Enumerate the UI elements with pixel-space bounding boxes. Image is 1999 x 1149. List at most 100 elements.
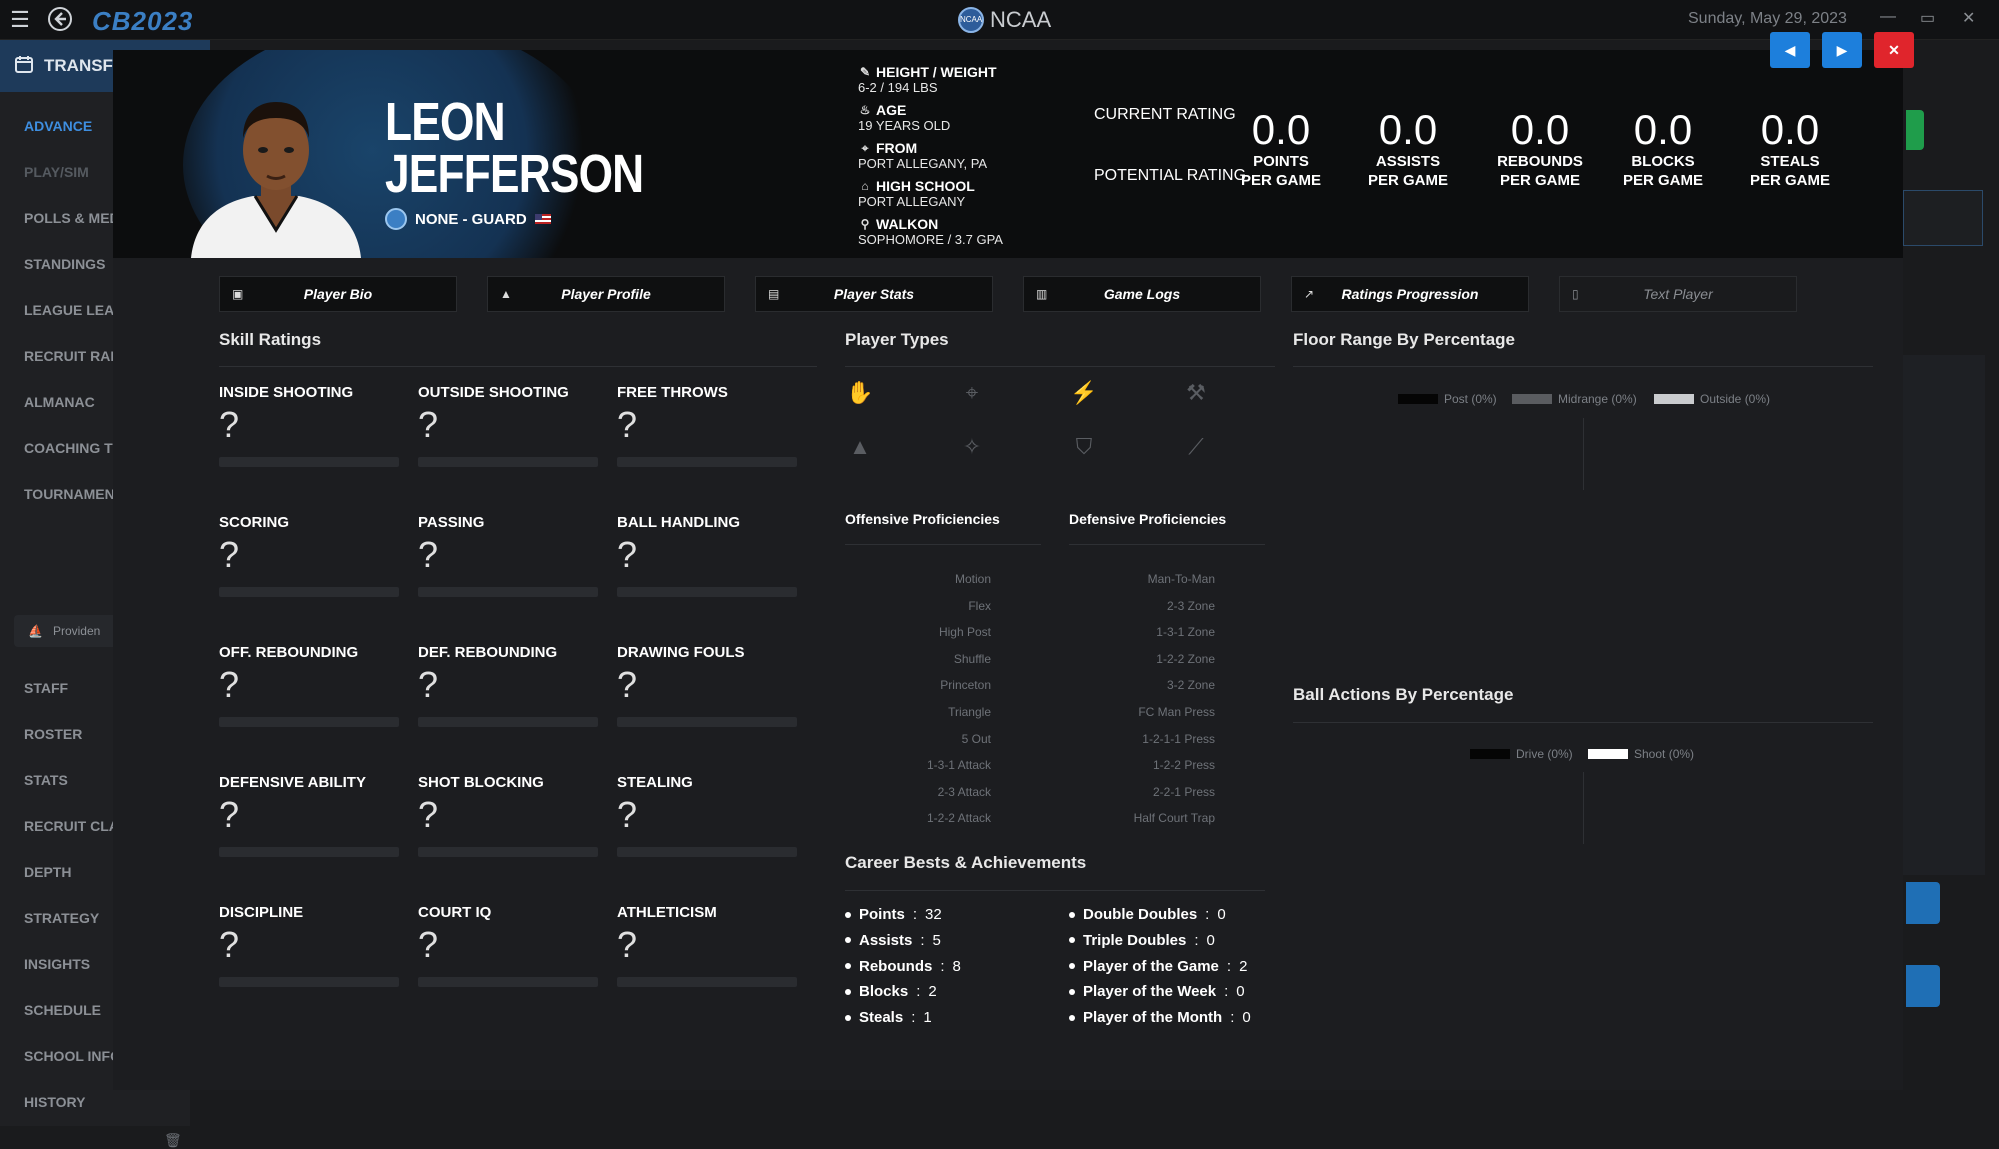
sidebar-team-label: Providen: [52, 624, 101, 638]
back-arrow-icon[interactable]: [46, 6, 74, 34]
maximize-icon[interactable]: ▭: [1920, 8, 1935, 28]
game-logo: CB2023: [92, 6, 194, 36]
stat-rebounds-per-game: 0.0 REBOUNDS PER GAME: [1485, 108, 1595, 190]
skill-name: PASSING: [418, 514, 485, 531]
defensive-proficiency-item: Man-To-Man: [1147, 572, 1215, 586]
ball-actions-title: Ball Actions By Percentage: [1293, 685, 1514, 704]
player-info-value: 6-2 / 194 LBS: [858, 80, 938, 95]
player-info-2: ⌖ FROM PORT ALLEGANY, PA: [858, 140, 987, 171]
defensive-proficiency-item: Half Court Trap: [1133, 811, 1215, 826]
previous-player-button[interactable]: ◀: [1770, 32, 1810, 68]
skill-name: STEALING: [617, 774, 693, 791]
stat-value: 0.0: [1760, 106, 1820, 153]
tab-text-player[interactable]: ▯ Text Player: [1559, 276, 1797, 312]
skill-bar: [617, 587, 797, 597]
sidebar-item-depth[interactable]: DEPTH: [24, 864, 71, 880]
player-info-4: ⚲ WALKON SOPHOMORE / 3.7 GPA: [858, 216, 1003, 247]
clipboard-icon: ▥: [1036, 287, 1048, 301]
sidebar-item-tournamen[interactable]: TOURNAMEN: [24, 486, 115, 502]
career-item-value: 32: [925, 906, 942, 923]
tab-player-bio[interactable]: ▣ Player Bio: [219, 276, 457, 312]
skill-value: ?: [418, 924, 439, 965]
sidebar-item-standings[interactable]: STANDINGS: [24, 256, 105, 272]
sidebar-item-insights[interactable]: INSIGHTS: [24, 956, 90, 972]
tab-ratings-progression[interactable]: ↗ Ratings Progression: [1291, 276, 1529, 312]
sidebar-item-almanac[interactable]: ALMANAC: [24, 394, 95, 410]
skill-name: BALL HANDLING: [617, 514, 741, 531]
tab-game-logs[interactable]: ▥ Game Logs: [1023, 276, 1261, 312]
tab-player-profile[interactable]: ▲ Player Profile: [487, 276, 725, 312]
sidebar-item-roster[interactable]: ROSTER: [24, 726, 82, 742]
skill-outside-shooting: OUTSIDE SHOOTING?: [418, 384, 598, 467]
shield-icon: ⛉: [1075, 434, 1093, 459]
background-blue-button[interactable]: [1906, 965, 1940, 1007]
tab-label: Text Player: [1643, 286, 1713, 302]
trash-icon[interactable]: 🗑: [164, 1132, 182, 1149]
skill-bar: [617, 457, 797, 467]
floor-range-legend-label: Outside (0%): [1700, 392, 1771, 406]
player-info-value: PORT ALLEGANY: [858, 194, 966, 209]
defensive-proficiencies-title: Defensive Proficiencies: [1069, 511, 1227, 527]
close-modal-button[interactable]: ✕: [1874, 32, 1914, 68]
skill-name: DISCIPLINE: [219, 904, 304, 921]
defensive-proficiency-item: 3-2 Zone: [1166, 678, 1215, 693]
offensive-proficiency-item: 5 Out: [961, 731, 991, 746]
skill-bar: [418, 847, 598, 857]
bullet: [845, 1014, 851, 1021]
sidebar-item-history[interactable]: HISTORY: [24, 1094, 85, 1110]
sidebar-item-polls-med[interactable]: POLLS & MED: [24, 210, 120, 226]
bullet: [1069, 911, 1075, 918]
stat-points-per-game: 0.0 POINTS PER GAME: [1226, 108, 1336, 190]
defensive-proficiency-item: 1-2-1-1 Press: [1142, 731, 1215, 746]
skill-bar: [418, 457, 598, 467]
sidebar-item-league-lead[interactable]: LEAGUE LEAD: [24, 302, 124, 318]
calendar-icon: [14, 54, 34, 79]
skill-ball-handling: BALL HANDLING?: [617, 514, 797, 597]
offensive-proficiency-item: 2-3 Attack: [937, 784, 991, 799]
sidebar-item-recruit-ran[interactable]: RECRUIT RAN: [24, 348, 120, 364]
stat-value: 0.0: [1633, 106, 1693, 153]
tab-player-stats[interactable]: ▤ Player Stats: [755, 276, 993, 312]
career-item-label: Blocks: [859, 983, 909, 1001]
sidebar-item-advance[interactable]: ADVANCE: [24, 118, 92, 134]
sidebar-item-strategy[interactable]: STRATEGY: [24, 910, 99, 926]
career-item-label: Rebounds: [859, 957, 933, 975]
sidebar-item-recruit-cla[interactable]: RECRUIT CLA: [24, 818, 119, 834]
sidebar-item-stats[interactable]: STATS: [24, 772, 68, 788]
skill-athleticism: ATHLETICISM?: [617, 904, 797, 987]
skill-bar: [219, 977, 399, 987]
player-info-label: ⌖ FROM: [858, 140, 987, 156]
minimize-icon[interactable]: —: [1880, 8, 1896, 26]
skill-scoring: SCORING?: [219, 514, 399, 597]
player-name: LEON JEFFERSON: [385, 95, 644, 201]
sidebar-item-schedule[interactable]: SCHEDULE: [24, 1002, 101, 1018]
us-flag-icon: [534, 214, 551, 224]
sidebar-item-play-sim[interactable]: PLAY/SIM: [24, 164, 89, 180]
skill-defensive-ability: DEFENSIVE ABILITY?: [219, 774, 399, 857]
sidebar-item-staff[interactable]: STAFF: [24, 680, 68, 696]
career-item: Player of the Month:0: [1069, 1009, 1251, 1026]
skill-value: ?: [617, 794, 638, 835]
background-green-button[interactable]: [1906, 110, 1924, 150]
ball-actions-legend-label: Drive (0%): [1516, 747, 1573, 761]
floor-range-legend-item: Outside (0%): [1654, 392, 1770, 406]
bullet: [1069, 1014, 1075, 1021]
hamburger-menu-icon[interactable]: ☰: [6, 6, 34, 34]
next-player-button[interactable]: ▶: [1822, 32, 1862, 68]
player-info-label: ♨ AGE: [858, 102, 950, 118]
career-item: Player of the Week:0: [1069, 983, 1245, 1000]
skill-bar: [418, 587, 598, 597]
phone-icon: ▯: [1572, 287, 1579, 301]
close-window-icon[interactable]: ✕: [1962, 8, 1975, 28]
skill-name: SCORING: [219, 514, 290, 531]
floor-range-title: Floor Range By Percentage: [1293, 330, 1516, 349]
skill-stealing: STEALING?: [617, 774, 797, 857]
bar-chart-icon: ▤: [768, 287, 780, 301]
sidebar-item-coaching-ti[interactable]: COACHING TI: [24, 440, 117, 456]
skill-bar: [418, 717, 598, 727]
sidebar-item-school-info[interactable]: SCHOOL INFO: [24, 1048, 121, 1064]
line-chart-icon: ↗: [1304, 287, 1315, 301]
background-blue-button[interactable]: [1906, 882, 1940, 924]
skill-value: ?: [219, 924, 240, 965]
skill-name: SHOT BLOCKING: [418, 774, 544, 791]
